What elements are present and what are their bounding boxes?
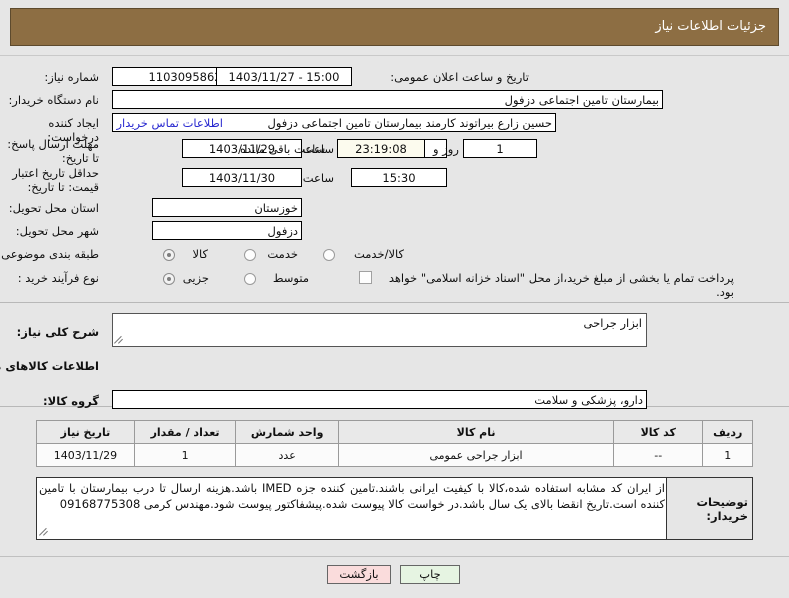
remaining-time-label: ساعت باقی مانده (240, 142, 326, 156)
announce-datetime-label: تاریخ و ساعت اعلان عمومی: (390, 70, 529, 84)
goods-info-heading: اطلاعات کالاهای مورد نیاز (0, 359, 99, 373)
back-button[interactable]: بازگشت (327, 565, 391, 584)
province-label: استان محل تحویل: (8, 201, 99, 215)
price-validity-date: 1403/11/30 (182, 168, 302, 187)
radio-classification-kala-khedmat-label: کالا/خدمت (353, 247, 404, 261)
province-value: خوزستان (152, 198, 302, 217)
purchase-type-label: نوع فرآیند خرید : (17, 271, 99, 285)
goods-table: ردیف کد کالا نام کالا واحد شمارش تعداد /… (36, 420, 753, 467)
radio-purchase-motevaset-label: متوسط (272, 271, 309, 285)
td-code: -- (613, 443, 704, 467)
radio-classification-kala-label: کالا (192, 247, 208, 261)
table-row: 1 -- ابزار جراحی عمومی عدد 1 1403/11/29 (36, 443, 753, 467)
table-header-row: ردیف کد کالا نام کالا واحد شمارش تعداد /… (36, 420, 753, 444)
radio-classification-kala[interactable] (163, 249, 175, 261)
reply-deadline-label: مهلت ارسال پاسخ: تا تاریخ: (7, 137, 99, 165)
buyer-notes-text: از ایران کد مشابه استفاده شده،کالا با کی… (39, 481, 665, 511)
th-qty: تعداد / مقدار (133, 420, 237, 444)
need-number-label: شماره نیاز: (44, 70, 99, 84)
buyer-org-value: بیمارستان تامین اجتماعی دزفول (112, 90, 663, 109)
city-value: دزفول (152, 221, 302, 240)
goods-group-label: گروه کالا: (43, 394, 99, 408)
radio-classification-kala-khedmat[interactable] (323, 249, 335, 261)
page-title: جزئیات اطلاعات نیاز (655, 19, 766, 34)
price-validity-label: حداقل تاریخ اعتبار قیمت: تا تاریخ: (12, 166, 99, 194)
th-row: ردیف (702, 420, 753, 444)
td-need-date: 1403/11/29 (36, 443, 135, 467)
radio-classification-khedmat-label: خدمت (267, 247, 298, 261)
th-unit: واحد شمارش (235, 420, 340, 444)
td-unit: عدد (235, 443, 340, 467)
buyer-notes-box[interactable]: توضیحات خریدار: از ایران کد مشابه استفاد… (36, 477, 753, 540)
radio-purchase-jozi-label: جزیی (182, 271, 209, 285)
radio-classification-khedmat[interactable] (244, 249, 256, 261)
resize-grip-icon[interactable] (39, 527, 49, 537)
buyer-contact-link[interactable]: اطلاعات تماس خریدار (116, 116, 223, 130)
need-summary-value[interactable]: ابزار جراحی (112, 313, 647, 347)
classification-label: طبقه بندی موضوعی: (0, 247, 99, 261)
th-code: کد کالا (613, 420, 704, 444)
radio-purchase-jozi[interactable] (163, 273, 175, 285)
remaining-time-value: 23:19:08 (337, 139, 425, 158)
page-title-bar: جزئیات اطلاعات نیاز (10, 8, 779, 46)
price-validity-hour-label: ساعت (302, 171, 334, 185)
td-row: 1 (702, 443, 753, 467)
treasury-documents-checkbox[interactable] (359, 271, 372, 284)
goods-group-value: دارو، پزشکی و سلامت (112, 390, 647, 409)
buyer-org-label: نام دستگاه خریدار: (8, 93, 99, 107)
need-summary-label: شرح کلی نیاز: (16, 325, 99, 339)
remaining-days-value: 1 (463, 139, 537, 158)
print-button[interactable]: چاپ (400, 565, 460, 584)
need-summary-text: ابزار جراحی (583, 316, 643, 330)
announce-datetime-value: 15:00 - 1403/11/27 (216, 67, 352, 86)
radio-purchase-motevaset[interactable] (244, 273, 256, 285)
footer-divider (0, 556, 789, 557)
th-name: نام کالا (338, 420, 615, 444)
price-validity-hour: 15:30 (351, 168, 447, 187)
buyer-notes-label: توضیحات خریدار: (666, 478, 752, 539)
td-qty: 1 (133, 443, 237, 467)
th-need-date: تاریخ نیاز (36, 420, 135, 444)
resize-grip-icon[interactable] (114, 335, 124, 345)
city-label: شهر محل تحویل: (15, 224, 99, 238)
td-name: ابزار جراحی عمومی (338, 443, 615, 467)
need-details-page: AriaTender.net جزئیات اطلاعات نیاز شماره… (0, 0, 789, 598)
remaining-days-label: روز و (433, 142, 459, 156)
treasury-documents-label: پرداخت تمام یا بخشی از مبلغ خرید،از محل … (388, 271, 734, 299)
